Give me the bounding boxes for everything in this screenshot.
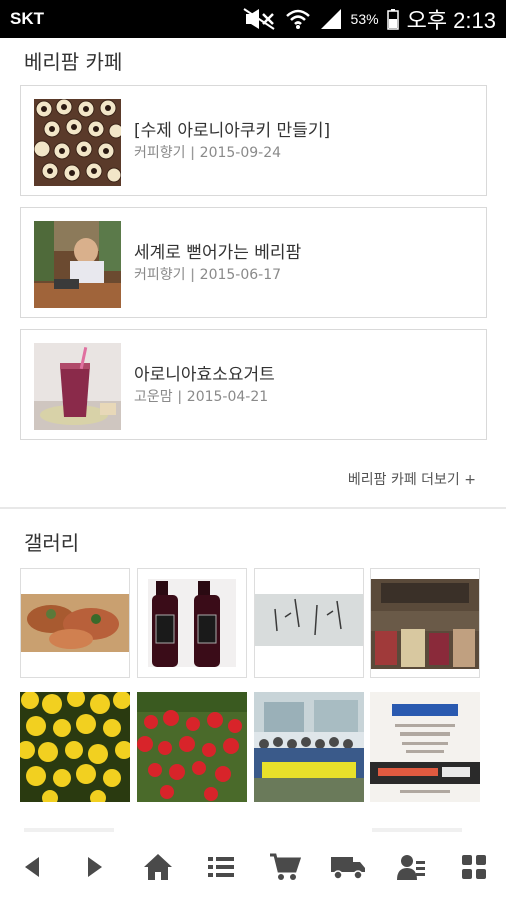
post-thumbnail-man-at-table [34, 221, 121, 308]
meta-separator: ǀ [190, 145, 195, 161]
gallery-next-row-hint [372, 828, 462, 832]
cart-icon [269, 853, 301, 885]
user-button[interactable] [386, 844, 436, 894]
list-icon [207, 855, 235, 883]
post-meta: 커피향기 ǀ 2015-06-17 [134, 264, 281, 284]
back-button[interactable] [7, 844, 57, 894]
gallery-photo-bottles[interactable] [137, 568, 247, 678]
cafe-post-card[interactable]: 세계로 뻗어가는 베리팜 커피향기 ǀ 2015-06-17 [20, 207, 487, 318]
gallery-photo-yellow-flowers[interactable] [20, 692, 130, 802]
signal-icon [319, 8, 343, 30]
gallery-photo-food[interactable] [20, 568, 130, 678]
gallery-photo-shop-interior[interactable] [370, 568, 480, 678]
post-meta: 커피향기 ǀ 2015-09-24 [134, 142, 281, 162]
bottom-navigation [0, 838, 506, 900]
gallery-section-title: 갤러리 [24, 531, 80, 555]
menu-grid-button[interactable] [449, 844, 499, 894]
cafe-post-card[interactable]: 아로니아효소요거트 고운맘 ǀ 2015-04-21 [20, 329, 487, 440]
post-author: 고운맘 [134, 389, 173, 405]
home-icon [143, 853, 173, 885]
gallery-next-row-hint [24, 828, 114, 832]
post-thumbnail-cookies [34, 99, 121, 186]
meta-separator: ǀ [177, 389, 182, 405]
post-date: 2015-09-24 [199, 145, 282, 161]
battery-percent: 53% [350, 11, 379, 27]
post-thumbnail-smoothie [34, 343, 121, 430]
post-date: 2015-04-21 [186, 389, 269, 405]
gallery-photo-snow-field[interactable] [254, 568, 364, 678]
clock: 오후 2:13 [406, 8, 496, 33]
post-title: 아로니아효소요거트 [134, 365, 275, 385]
carrier-label: SKT [10, 9, 44, 28]
cafe-section-title: 베리팜 카페 [24, 50, 123, 74]
mute-icon [242, 8, 277, 30]
grid-menu-icon [461, 854, 487, 884]
post-author: 커피향기 [134, 145, 186, 161]
status-icons: 53% 오후 2:13 [242, 3, 496, 35]
gallery-photo-group[interactable] [254, 692, 364, 802]
list-button[interactable] [196, 844, 246, 894]
battery-icon [386, 8, 399, 30]
post-meta: 고운맘 ǀ 2015-04-21 [134, 386, 268, 406]
user-id-icon [396, 853, 426, 885]
gallery-photo-promo-banner[interactable] [370, 692, 480, 802]
gallery-photo-red-flowers[interactable] [137, 692, 247, 802]
cart-button[interactable] [260, 844, 310, 894]
meta-separator: ǀ [190, 267, 195, 283]
back-icon [21, 855, 43, 883]
section-divider [0, 507, 506, 509]
home-button[interactable] [133, 844, 183, 894]
post-title: 세계로 뻗어가는 베리팜 [134, 243, 302, 263]
cafe-post-card[interactable]: [수제 아로니아쿠키 만들기] 커피향기 ǀ 2015-09-24 [20, 85, 487, 196]
forward-icon [84, 855, 106, 883]
post-author: 커피향기 [134, 267, 186, 283]
forward-button[interactable] [70, 844, 120, 894]
cafe-more-link[interactable]: 베리팜 카페 더보기 + [348, 469, 476, 489]
post-date: 2015-06-17 [199, 267, 282, 283]
delivery-button[interactable] [323, 844, 373, 894]
wifi-icon [285, 8, 311, 30]
post-title: [수제 아로니아쿠키 만들기] [134, 121, 331, 141]
delivery-truck-icon [330, 854, 366, 884]
status-bar: SKT 53% 오후 2:13 [0, 0, 506, 38]
